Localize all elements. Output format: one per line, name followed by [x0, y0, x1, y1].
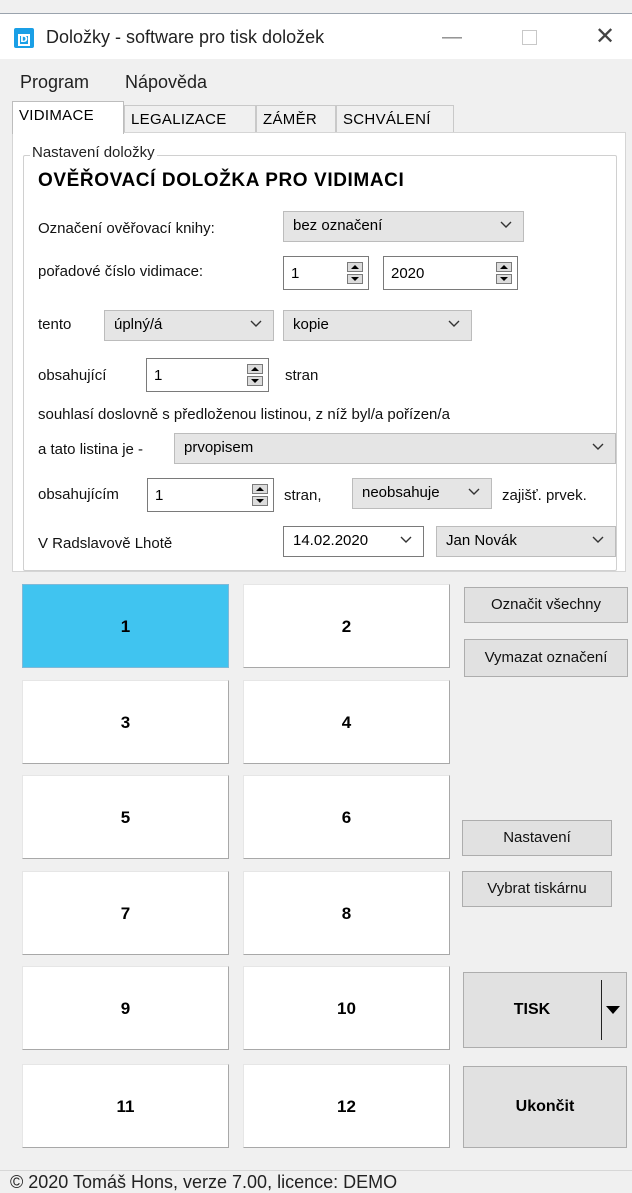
print-button-label: TISK: [513, 1001, 551, 1018]
stepper-arrows-icon[interactable]: [347, 262, 363, 284]
stepper-arrows-icon[interactable]: [247, 364, 263, 386]
chevron-down-icon: [400, 536, 412, 543]
date-value: 14.02.2020: [293, 532, 369, 549]
person-select-value: Jan Novák: [446, 532, 517, 549]
pages2-value: 1: [155, 487, 164, 504]
security-features-value: neobsahuje: [362, 484, 440, 501]
tab-schvaleni[interactable]: SCHVÁLENÍ: [336, 105, 454, 133]
document-slot-12[interactable]: 12: [243, 1064, 450, 1148]
security-features-select[interactable]: neobsahuje: [352, 478, 492, 509]
book-select[interactable]: bez označení: [283, 211, 524, 242]
document-slot-5[interactable]: 5: [22, 775, 229, 859]
settings-button[interactable]: Nastavení: [462, 820, 612, 856]
tab-legalizace[interactable]: LEGALIZACE: [124, 105, 256, 133]
chevron-down-icon: [500, 221, 512, 228]
tento-select[interactable]: úplný/á: [104, 310, 274, 341]
document-slot-9[interactable]: 9: [22, 966, 229, 1050]
app-window: D Doložky - software pro tisk doložek — …: [0, 0, 632, 1193]
document-slot-1[interactable]: 1: [22, 584, 229, 668]
person-select[interactable]: Jan Novák: [436, 526, 616, 557]
stepper-arrows-icon[interactable]: [252, 484, 268, 506]
pages2-unit-label: stran,: [284, 487, 322, 504]
tento-label: tento: [38, 316, 72, 333]
seq-label: pořadové číslo vidimace:: [38, 263, 204, 280]
document-slot-4[interactable]: 4: [243, 680, 450, 764]
pages-value: 1: [154, 367, 163, 384]
exit-button[interactable]: Ukončit: [463, 1066, 627, 1148]
minimize-button[interactable]: —: [421, 14, 483, 60]
group-label: Nastavení doložky: [30, 144, 157, 161]
listina-select-value: prvopisem: [184, 439, 254, 456]
pages-unit-label: stran: [285, 367, 319, 384]
chevron-down-icon: [592, 536, 604, 543]
tento-select-value: úplný/á: [114, 316, 163, 333]
listina-select[interactable]: prvopisem: [174, 433, 616, 464]
document-slot-3[interactable]: 3: [22, 680, 229, 764]
chevron-down-icon: [448, 320, 460, 327]
menu-help[interactable]: Nápověda: [125, 72, 207, 93]
seq-number-stepper[interactable]: 1: [283, 256, 369, 290]
close-button[interactable]: ✕: [574, 14, 632, 60]
seq-year-stepper[interactable]: 2020: [383, 256, 518, 290]
book-label: Označení ověřovací knihy:: [38, 220, 215, 237]
document-slot-11[interactable]: 11: [22, 1064, 229, 1148]
document-slot-7[interactable]: 7: [22, 871, 229, 955]
place-label: V Radslavově Lhotě: [38, 535, 173, 552]
document-slot-6[interactable]: 6: [243, 775, 450, 859]
page-title: OVĚŘOVACÍ DOLOŽKA PRO VIDIMACI: [38, 170, 405, 191]
tab-zamer[interactable]: ZÁMĚR: [256, 105, 336, 133]
settings-panel: [12, 132, 626, 572]
pages-stepper[interactable]: 1: [146, 358, 269, 392]
menu-program[interactable]: Program: [20, 72, 89, 93]
window-title: Doložky - software pro tisk doložek: [46, 27, 325, 47]
document-slot-2[interactable]: 2: [243, 584, 450, 668]
security-features-label: zajišť. prvek.: [502, 487, 587, 504]
pages-label: obsahující: [38, 367, 107, 384]
listina-label: a tato listina je -: [38, 441, 144, 458]
split-divider: [601, 980, 602, 1040]
select-printer-button[interactable]: Vybrat tiskárnu: [462, 871, 612, 907]
chevron-down-icon: [468, 488, 480, 495]
mark-all-button[interactable]: Označit všechny: [464, 587, 628, 623]
maximize-icon: [521, 30, 537, 46]
book-select-value: bez označení: [293, 217, 383, 234]
tab-vidimace[interactable]: VIDIMACE: [12, 101, 124, 134]
stepper-arrows-icon[interactable]: [496, 262, 512, 284]
pages2-label: obsahujícím: [38, 486, 119, 503]
maximize-button[interactable]: [498, 14, 560, 60]
clear-marks-button[interactable]: Vymazat označení: [464, 639, 628, 677]
menu-bar: Program Nápověda: [0, 68, 632, 98]
date-picker[interactable]: 14.02.2020: [283, 526, 424, 557]
pages2-stepper[interactable]: 1: [147, 478, 274, 512]
statement-text: souhlasí doslovně s předloženou listinou…: [38, 406, 450, 423]
chevron-down-icon: [250, 320, 262, 327]
dropdown-arrow-icon[interactable]: [606, 1006, 620, 1014]
seq-number-value: 1: [291, 265, 300, 282]
app-logo-icon: D: [14, 28, 34, 48]
seq-year-value: 2020: [391, 265, 425, 282]
print-button[interactable]: TISK: [463, 972, 627, 1048]
title-bar: D Doložky - software pro tisk doložek — …: [0, 13, 632, 59]
document-type-select[interactable]: kopie: [283, 310, 472, 341]
document-type-value: kopie: [293, 316, 329, 333]
status-bar: © 2020 Tomáš Hons, verze 7.00, licence: …: [0, 1170, 632, 1193]
chevron-down-icon: [592, 443, 604, 450]
document-slot-8[interactable]: 8: [243, 871, 450, 955]
document-slot-10[interactable]: 10: [243, 966, 450, 1050]
